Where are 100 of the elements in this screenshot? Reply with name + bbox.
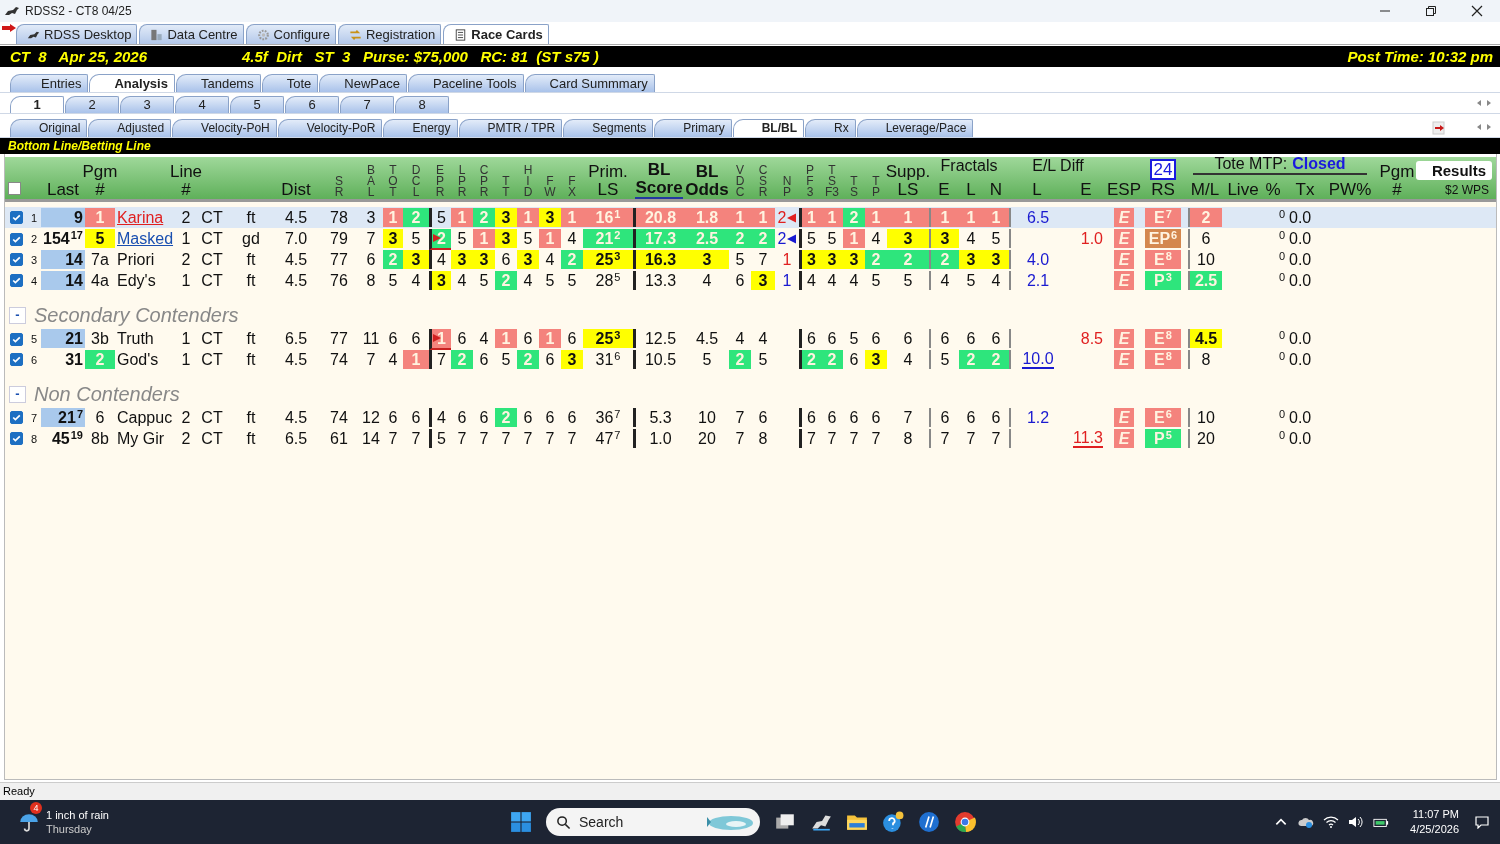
sub-tab[interactable]: Velocity-PoR [277, 119, 383, 137]
scroll-arrows-icon[interactable] [1476, 99, 1492, 107]
view-tab[interactable]: Entries [10, 74, 89, 92]
table-cell-text: 4.5 [283, 208, 309, 227]
table-cell-text: 8 [902, 429, 914, 448]
scroll-arrows-icon[interactable] [1476, 123, 1492, 131]
collapse-toggle[interactable]: - [9, 307, 26, 324]
race-tab[interactable]: 4 [175, 96, 229, 113]
row-checkbox[interactable] [9, 353, 23, 366]
sub-tab[interactable]: Energy [383, 119, 458, 137]
table-cell-text: 7 [478, 429, 490, 448]
row-checkbox[interactable] [9, 332, 23, 346]
table-cell: 2 [929, 250, 959, 269]
help-icon[interactable] [882, 811, 904, 833]
race-tab[interactable]: 5 [230, 96, 284, 113]
table-cell-text: 6.5 [283, 329, 309, 348]
sub-tab[interactable]: Primary [654, 119, 732, 137]
app-tab[interactable]: Race Cards [443, 24, 549, 44]
horse-name-link[interactable]: Karina [115, 208, 177, 227]
table-cell-text: 4a [90, 271, 110, 290]
column-heading: H I D [523, 165, 533, 199]
search-field[interactable]: Search [546, 808, 760, 836]
app-tab[interactable]: Data Centre [139, 24, 244, 44]
row-checkbox[interactable] [9, 274, 23, 287]
table-cell: 2 [865, 250, 887, 269]
results-button[interactable]: Results [1415, 161, 1493, 180]
app-tab[interactable]: Registration [337, 24, 442, 44]
table-cell: 1.8 [685, 208, 729, 227]
sub-tab[interactable]: PMTR / TPR [458, 119, 563, 137]
sub-tab[interactable]: Original [10, 119, 88, 137]
table-cell-text: Truth [116, 329, 155, 348]
table-cell-text: 5 [870, 271, 882, 290]
cloud-icon[interactable] [1298, 815, 1315, 829]
table-cell: 3 [495, 208, 517, 227]
view-tab[interactable]: Tandems [175, 74, 261, 92]
collapse-toggle[interactable]: - [9, 386, 26, 403]
row-checkbox[interactable] [9, 211, 23, 224]
table-cell: 3 [473, 250, 495, 269]
table-cell-text: 6 [387, 329, 399, 348]
table-cell: 10.5 [633, 350, 685, 369]
column-heading: F X [568, 176, 576, 199]
table-cell-text: 4 [734, 329, 746, 348]
view-tab[interactable]: NewPace [319, 74, 407, 92]
start-icon[interactable] [510, 811, 532, 833]
browser-icon[interactable] [954, 811, 976, 833]
race-tab[interactable]: 1 [10, 96, 64, 113]
table-cell-text: 6 [870, 408, 882, 427]
group-title: Secondary Contenders [34, 304, 239, 327]
table-cell: 2 [85, 350, 115, 369]
column-heading: Last [46, 181, 80, 199]
row-checkbox[interactable] [9, 432, 23, 445]
close-icon[interactable] [1471, 5, 1483, 17]
table-cell-text: 3 [365, 208, 377, 227]
view-tab[interactable]: Paceline Tools [407, 74, 524, 92]
sub-tab[interactable]: Rx [805, 119, 856, 137]
app-tab[interactable]: Configure [245, 24, 336, 44]
umbrella-icon[interactable] [18, 811, 40, 833]
race-tab[interactable]: 7 [340, 96, 394, 113]
volume-icon[interactable] [1348, 815, 1365, 829]
race-tab[interactable]: 2 [65, 96, 119, 113]
column-heading: Dist [281, 181, 311, 199]
selected-row[interactable]: 1 9 1 Karina 2 CT ft 4.5 78 3 1 2 5 1 2 3 1 3 1 16$^{1}$ 20.8 1.8 1 1 2 1 1 2 1 1 1 1 1 6.5 E E$^{7}$ 2 0 0.0 [5, 207, 1496, 228]
sub-tab[interactable]: BL/BL [732, 119, 804, 137]
notification-icon[interactable] [1474, 815, 1490, 829]
sub-tab[interactable]: Velocity-PoH [172, 119, 277, 137]
race-tab[interactable]: 8 [395, 96, 449, 113]
table-cell-text: 77 [329, 329, 349, 348]
column-heading: T S [850, 176, 858, 199]
sub-tab[interactable]: Segments [563, 119, 654, 137]
race-tab[interactable]: 3 [120, 96, 174, 113]
select-all-checkbox[interactable] [8, 182, 21, 195]
view-tab[interactable]: Analysis [89, 74, 175, 92]
app-tab[interactable]: RDSS Desktop [16, 24, 138, 44]
row-checkbox[interactable] [9, 232, 23, 246]
table-cell: 20.8 [633, 208, 685, 227]
table-cell-text: 6 [848, 350, 860, 369]
restore-icon[interactable] [1425, 5, 1437, 17]
view-tab[interactable]: Card Summmary [524, 74, 655, 92]
table-cell-text: 6.5 [283, 429, 309, 448]
sub-tab[interactable]: Adjusted [88, 119, 172, 137]
table-cell: 17.3 [633, 229, 685, 248]
view-tab[interactable]: Tote [261, 74, 319, 92]
row-checkbox[interactable] [9, 253, 23, 266]
horse-name-link[interactable]: Masked [115, 229, 177, 248]
wifi-icon[interactable] [1323, 815, 1340, 829]
sub-tab[interactable]: Leverage/Pace [856, 119, 974, 137]
table-cell: 3 [751, 271, 775, 290]
table-cell: 1 [539, 329, 561, 348]
table-cell-text: 6 [734, 271, 746, 290]
table-cell-text: 5 [566, 271, 578, 290]
table-cell: 9 [41, 208, 85, 227]
clock-date: 4/25/2026 [1410, 822, 1459, 837]
table-cell: 12.5 [633, 329, 685, 348]
table-cell: 4 [799, 271, 821, 290]
race-conditions: 4.5f Dirt ST 3 Purse: $75,000 RC: 81 (ST s75 ) [242, 48, 599, 65]
circle-logo-icon[interactable] [918, 811, 940, 833]
race-tab[interactable]: 6 [285, 96, 339, 113]
row-checkbox[interactable] [9, 411, 23, 424]
table-cell-text: 0.0 [1288, 271, 1313, 290]
table-cell-text: 2 [180, 250, 192, 269]
